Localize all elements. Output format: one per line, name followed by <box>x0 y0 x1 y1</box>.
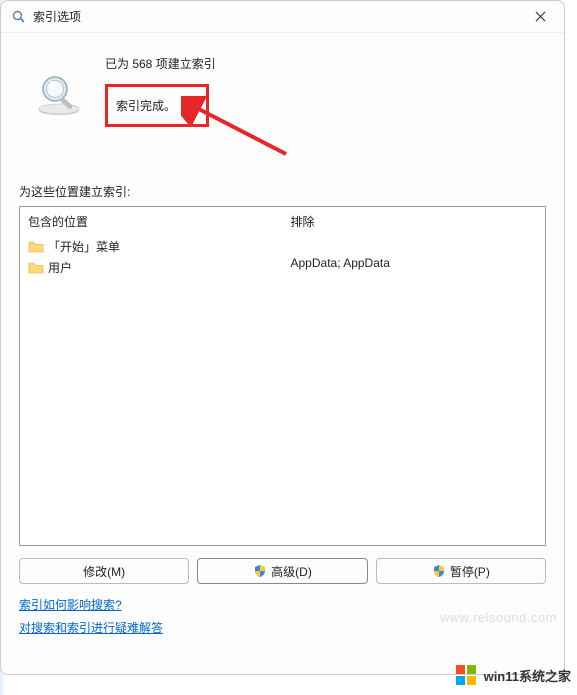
index-complete-text: 索引完成。 <box>112 91 192 120</box>
indexed-count-text: 已为 568 项建立索引 <box>105 55 216 72</box>
modify-button[interactable]: 修改(M) <box>19 558 189 584</box>
shield-icon <box>432 564 446 578</box>
magnifying-glass-icon <box>35 69 83 117</box>
highlight-annotation: 索引完成。 <box>105 84 209 127</box>
folder-icon <box>28 261 44 275</box>
windows-logo-icon <box>454 663 478 687</box>
list-item[interactable]: 「开始」菜单 <box>28 238 275 255</box>
pause-button[interactable]: 暂停(P) <box>376 558 546 584</box>
search-options-icon <box>11 9 27 25</box>
watermark-brand-text: win11系统之家 <box>484 666 571 685</box>
watermark-brand: win11系统之家 <box>454 663 571 687</box>
list-item[interactable]: 用户 <box>28 259 275 276</box>
list-item-label: 用户 <box>48 259 72 276</box>
indexing-options-window: 索引选项 已为 568 项建立索引 <box>0 0 565 675</box>
close-button[interactable] <box>526 3 554 31</box>
folder-icon <box>28 240 44 254</box>
locations-list: 包含的位置 「开始」菜单 用户 排除 <box>19 206 546 546</box>
window-title: 索引选项 <box>33 8 81 25</box>
watermark-text: www.relsound.com <box>440 610 557 625</box>
status-area: 已为 568 项建立索引 索引完成。 <box>19 51 546 127</box>
list-item-label: 「开始」菜单 <box>48 238 120 255</box>
included-header: 包含的位置 <box>28 213 275 230</box>
excluded-header: 排除 <box>291 213 538 230</box>
exclusion-text: AppData; AppData <box>291 256 538 270</box>
titlebar: 索引选项 <box>1 1 564 33</box>
button-row: 修改(M) 高级(D) <box>19 558 546 584</box>
shield-icon <box>253 564 267 578</box>
locations-section-label: 为这些位置建立索引: <box>19 183 546 200</box>
advanced-button[interactable]: 高级(D) <box>197 558 367 584</box>
